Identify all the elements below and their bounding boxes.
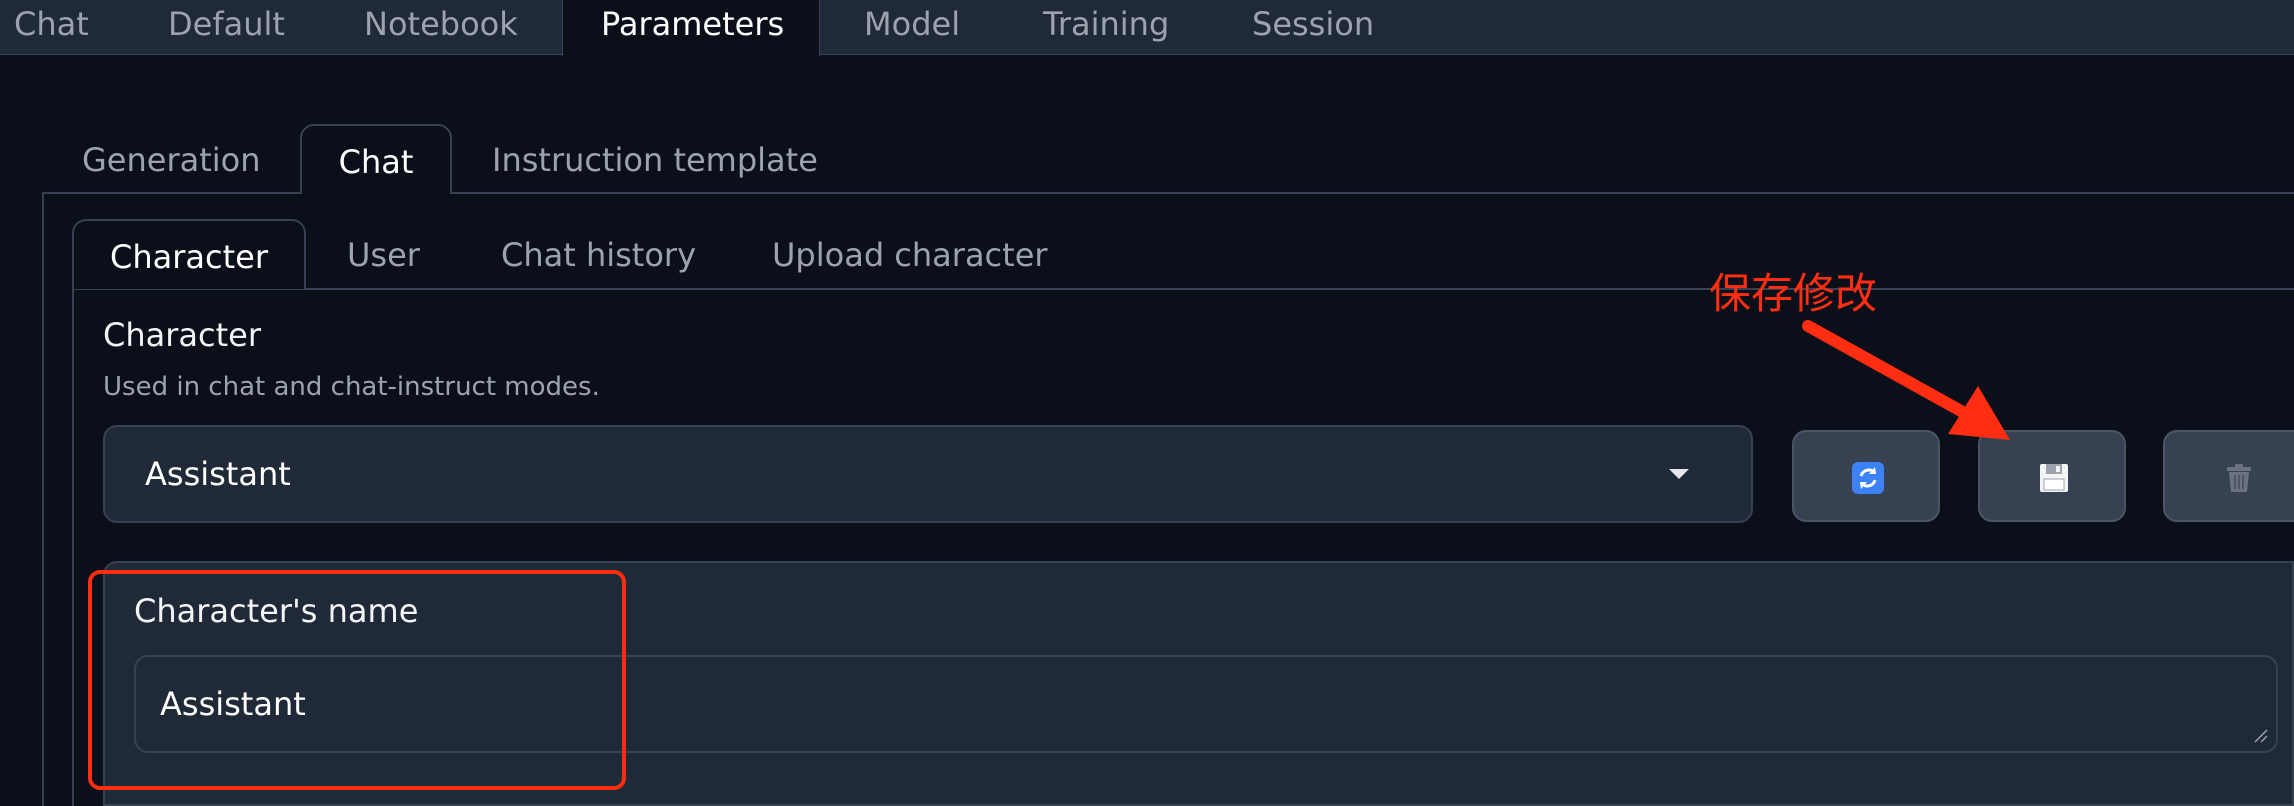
character-info: Used in chat and chat-instruct modes. <box>103 372 600 402</box>
parameters-panel-border <box>42 192 44 806</box>
tab-character[interactable]: Character <box>72 219 306 289</box>
tab-default[interactable]: Default <box>168 0 285 55</box>
annotation-text: 保存修改 <box>1709 269 1878 318</box>
tab-notebook[interactable]: Notebook <box>364 0 518 55</box>
character-name-input[interactable]: Assistant <box>134 655 2278 753</box>
resize-handle-icon[interactable] <box>2252 727 2268 743</box>
tab-chat-settings[interactable]: Chat <box>300 124 452 194</box>
chevron-down-icon <box>1669 469 1689 479</box>
trash-icon <box>2227 464 2251 492</box>
top-tab-bar: Chat Default Notebook Parameters Model T… <box>0 0 2294 56</box>
delete-button[interactable] <box>2163 430 2294 522</box>
tab-user[interactable]: User <box>347 219 420 291</box>
tab-model[interactable]: Model <box>864 0 960 55</box>
character-label: Character <box>103 316 261 354</box>
character-name-value: Assistant <box>160 685 306 723</box>
tab-training[interactable]: Training <box>1043 0 1169 55</box>
tab-session[interactable]: Session <box>1252 0 1374 55</box>
tab-upload-character[interactable]: Upload character <box>772 219 1048 291</box>
tab-chat[interactable]: Chat <box>14 0 89 55</box>
tab-instruction-template[interactable]: Instruction template <box>492 124 818 196</box>
page: Chat Default Notebook Parameters Model T… <box>0 0 2294 806</box>
tab-chat-history[interactable]: Chat history <box>501 219 696 291</box>
character-selected-value: Assistant <box>145 455 291 493</box>
tab-parameters[interactable]: Parameters <box>562 0 820 56</box>
arrow-icon <box>1802 320 2010 440</box>
character-dropdown[interactable]: Assistant <box>103 425 1753 523</box>
refresh-icon <box>1852 462 1884 494</box>
chat-panel-border <box>72 288 74 806</box>
save-icon <box>2040 464 2068 492</box>
tab-generation[interactable]: Generation <box>82 124 261 196</box>
character-name-label: Character's name <box>134 592 419 630</box>
